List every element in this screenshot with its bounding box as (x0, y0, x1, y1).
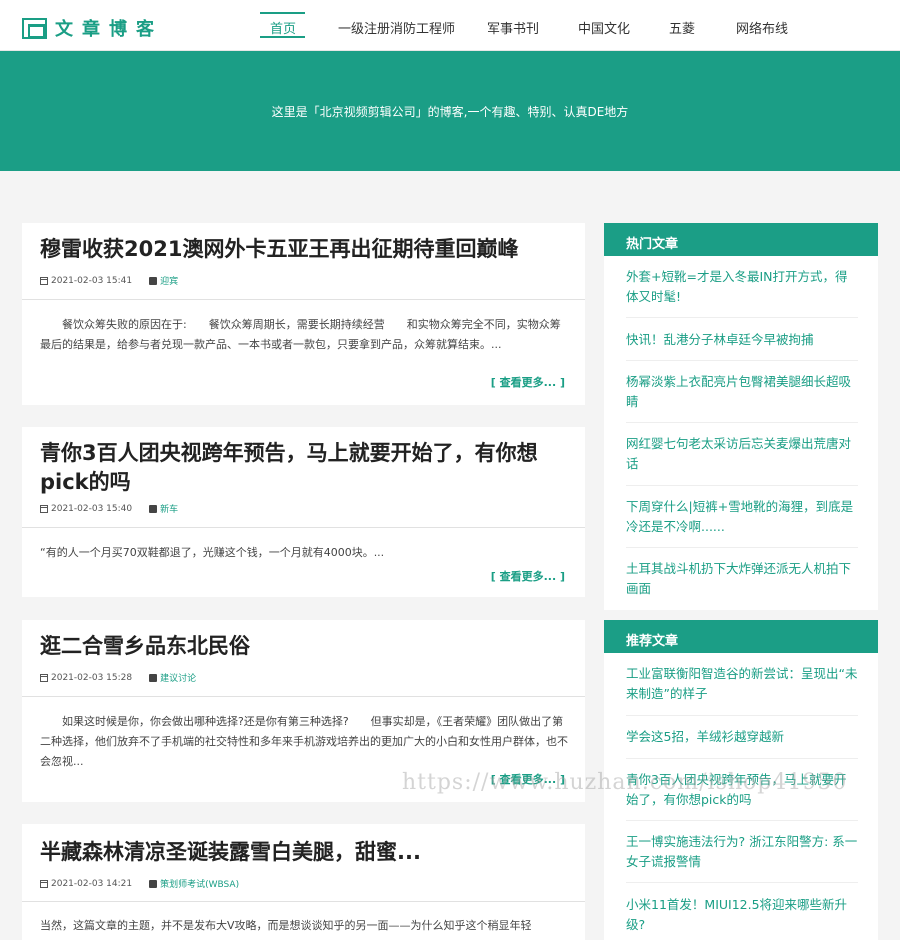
read-more-link[interactable]: [ 查看更多... ] (491, 568, 565, 584)
folder-icon (149, 276, 158, 285)
sidebar-link[interactable]: 快讯！乱港分子林卓廷今早被拘捕 (626, 330, 858, 350)
top-navbar: 文章博客 首页 一级注册消防工程师 军事书刊 中国文化 五菱 网络布线 (0, 0, 900, 51)
article-title[interactable]: 半藏森林清凉圣诞装露雪白美腿，甜蜜... (40, 838, 570, 867)
sidebar-divider (626, 547, 858, 548)
article-card: 半藏森林清凉圣诞装露雪白美腿，甜蜜... 2021-02-03 14:21 策划… (22, 824, 585, 940)
sidebar-link[interactable]: 网红婴七句老太采访后忘关麦爆出荒唐对话 (626, 434, 858, 474)
sidebar-divider (626, 715, 858, 716)
sidebar-link[interactable]: 王一博实施违法行为? 浙江东阳警方: 系一女子谎报警情 (626, 832, 858, 872)
article-divider (22, 299, 585, 300)
sidebar-title: 推荐文章 (626, 634, 679, 649)
article-divider (22, 527, 585, 528)
article-card: 穆雷收获2021澳网外卡五亚王再出征期待重回巅峰 2021-02-03 15:4… (22, 223, 585, 405)
article-card: 青你3百人团央视跨年预告，马上就要开始了，有你想pick的吗 2021-02-0… (22, 427, 585, 597)
sidebar-divider (626, 882, 858, 883)
nav-item-fire-engineer[interactable]: 一级注册消防工程师 (338, 18, 455, 37)
sidebar-divider (626, 485, 858, 486)
nav-item-cabling[interactable]: 网络布线 (736, 18, 788, 37)
nav-active-indicator (260, 12, 305, 14)
sidebar-divider (626, 317, 858, 318)
sidebar-link[interactable]: 小米11首发！MIUI12.5将迎来哪些新升级? (626, 895, 858, 935)
article-excerpt: 如果这时候是你，你会做出哪种选择?还是你有第三种选择? 但事实却是，《王者荣耀》… (40, 715, 568, 768)
article-title[interactable]: 逛二合雪乡品东北民俗 (40, 632, 570, 661)
article-meta: 2021-02-03 15:28 建议讨论 (40, 671, 196, 684)
calendar-icon (40, 879, 48, 888)
sidebar-header: 热门文章 (604, 223, 878, 256)
sidebar-header: 推荐文章 (604, 620, 878, 653)
logo-icon (22, 17, 47, 39)
article-meta: 2021-02-03 14:21 策划师考试(WBSA) (40, 877, 239, 890)
article-meta: 2021-02-03 15:40 新车 (40, 502, 178, 515)
sidebar-divider (626, 360, 858, 361)
calendar-icon (40, 504, 48, 513)
sidebar-link[interactable]: 学会这5招，羊绒衫越穿越新 (626, 727, 858, 747)
article-category[interactable]: 新车 (160, 502, 178, 515)
sidebar-hot-articles: 热门文章 外套+短靴=才是入冬最IN打开方式，得体又时髦! 快讯！乱港分子林卓廷… (604, 223, 878, 610)
nav-item-wuling[interactable]: 五菱 (669, 18, 695, 37)
sidebar-link[interactable]: 下周穿什么|短裤+雪地靴的海狸，到底是冷还是不冷啊...... (626, 497, 858, 537)
read-more-link[interactable]: [ 查看更多... ] (491, 374, 565, 390)
folder-icon (149, 673, 158, 682)
folder-icon (149, 504, 158, 513)
banner-tagline: 这里是「北京视频剪辑公司」的博客,一个有趣、特别、认真DE地方 (271, 105, 629, 119)
sidebar-link[interactable]: 杨幂淡紫上衣配亮片包臀裙美腿细长超吸睛 (626, 372, 858, 412)
folder-icon (149, 879, 158, 888)
logo-text: 文章博客 (55, 19, 163, 40)
article-excerpt: 餐饮众筹失败的原因在于: 餐饮众筹周期长，需要长期持续经营 和实物众筹完全不同，… (40, 318, 561, 351)
calendar-icon (40, 276, 48, 285)
article-excerpt: 当然，这篇文章的主题，并不是发布大V攻略，而是想谈谈知乎的另一面——为什么知乎这… (40, 919, 532, 932)
sidebar-link[interactable]: 外套+短靴=才是入冬最IN打开方式，得体又时髦! (626, 267, 858, 307)
sidebar-divider (626, 758, 858, 759)
read-more-link[interactable]: [ 查看更多... ] (491, 771, 565, 787)
article-category[interactable]: 建议讨论 (160, 671, 196, 684)
article-title[interactable]: 穆雷收获2021澳网外卡五亚王再出征期待重回巅峰 (40, 235, 570, 264)
nav-item-home[interactable]: 首页 (270, 18, 296, 37)
article-divider (22, 696, 585, 697)
sidebar-recommended-articles: 推荐文章 工业富联衡阳智造谷的新尝试：呈现出“未来制造”的样子 学会这5招，羊绒… (604, 620, 878, 940)
article-divider (22, 901, 585, 902)
calendar-icon (40, 673, 48, 682)
article-date: 2021-02-03 15:40 (51, 503, 133, 514)
nav-item-culture[interactable]: 中国文化 (578, 18, 630, 37)
article-category[interactable]: 迎宾 (160, 274, 178, 287)
article-category[interactable]: 策划师考试(WBSA) (160, 877, 239, 890)
sidebar-divider (626, 422, 858, 423)
sidebar-title: 热门文章 (626, 237, 679, 252)
article-meta: 2021-02-03 15:41 迎宾 (40, 274, 178, 287)
article-card: 逛二合雪乡品东北民俗 2021-02-03 15:28 建议讨论 如果这时候是你… (22, 620, 585, 802)
article-date: 2021-02-03 15:28 (51, 672, 133, 683)
sidebar-link[interactable]: 工业富联衡阳智造谷的新尝试：呈现出“未来制造”的样子 (626, 664, 858, 704)
sidebar-divider (626, 820, 858, 821)
article-date: 2021-02-03 14:21 (51, 878, 133, 889)
hero-banner: 这里是「北京视频剪辑公司」的博客,一个有趣、特别、认真DE地方 (0, 51, 900, 171)
nav-item-military[interactable]: 军事书刊 (487, 18, 539, 37)
article-title[interactable]: 青你3百人团央视跨年预告，马上就要开始了，有你想pick的吗 (40, 439, 570, 497)
article-date: 2021-02-03 15:41 (51, 275, 133, 286)
article-excerpt: “有的人一个月买70双鞋都退了，光赚这个钱，一个月就有4000块。... (40, 546, 385, 559)
site-logo[interactable]: 文章博客 (22, 15, 163, 41)
sidebar-link[interactable]: 土耳其战斗机扔下大炸弹还派无人机拍下画面 (626, 559, 858, 599)
sidebar-link[interactable]: 青你3百人团央视跨年预告，马上就要开始了，有你想pick的吗 (626, 770, 858, 810)
